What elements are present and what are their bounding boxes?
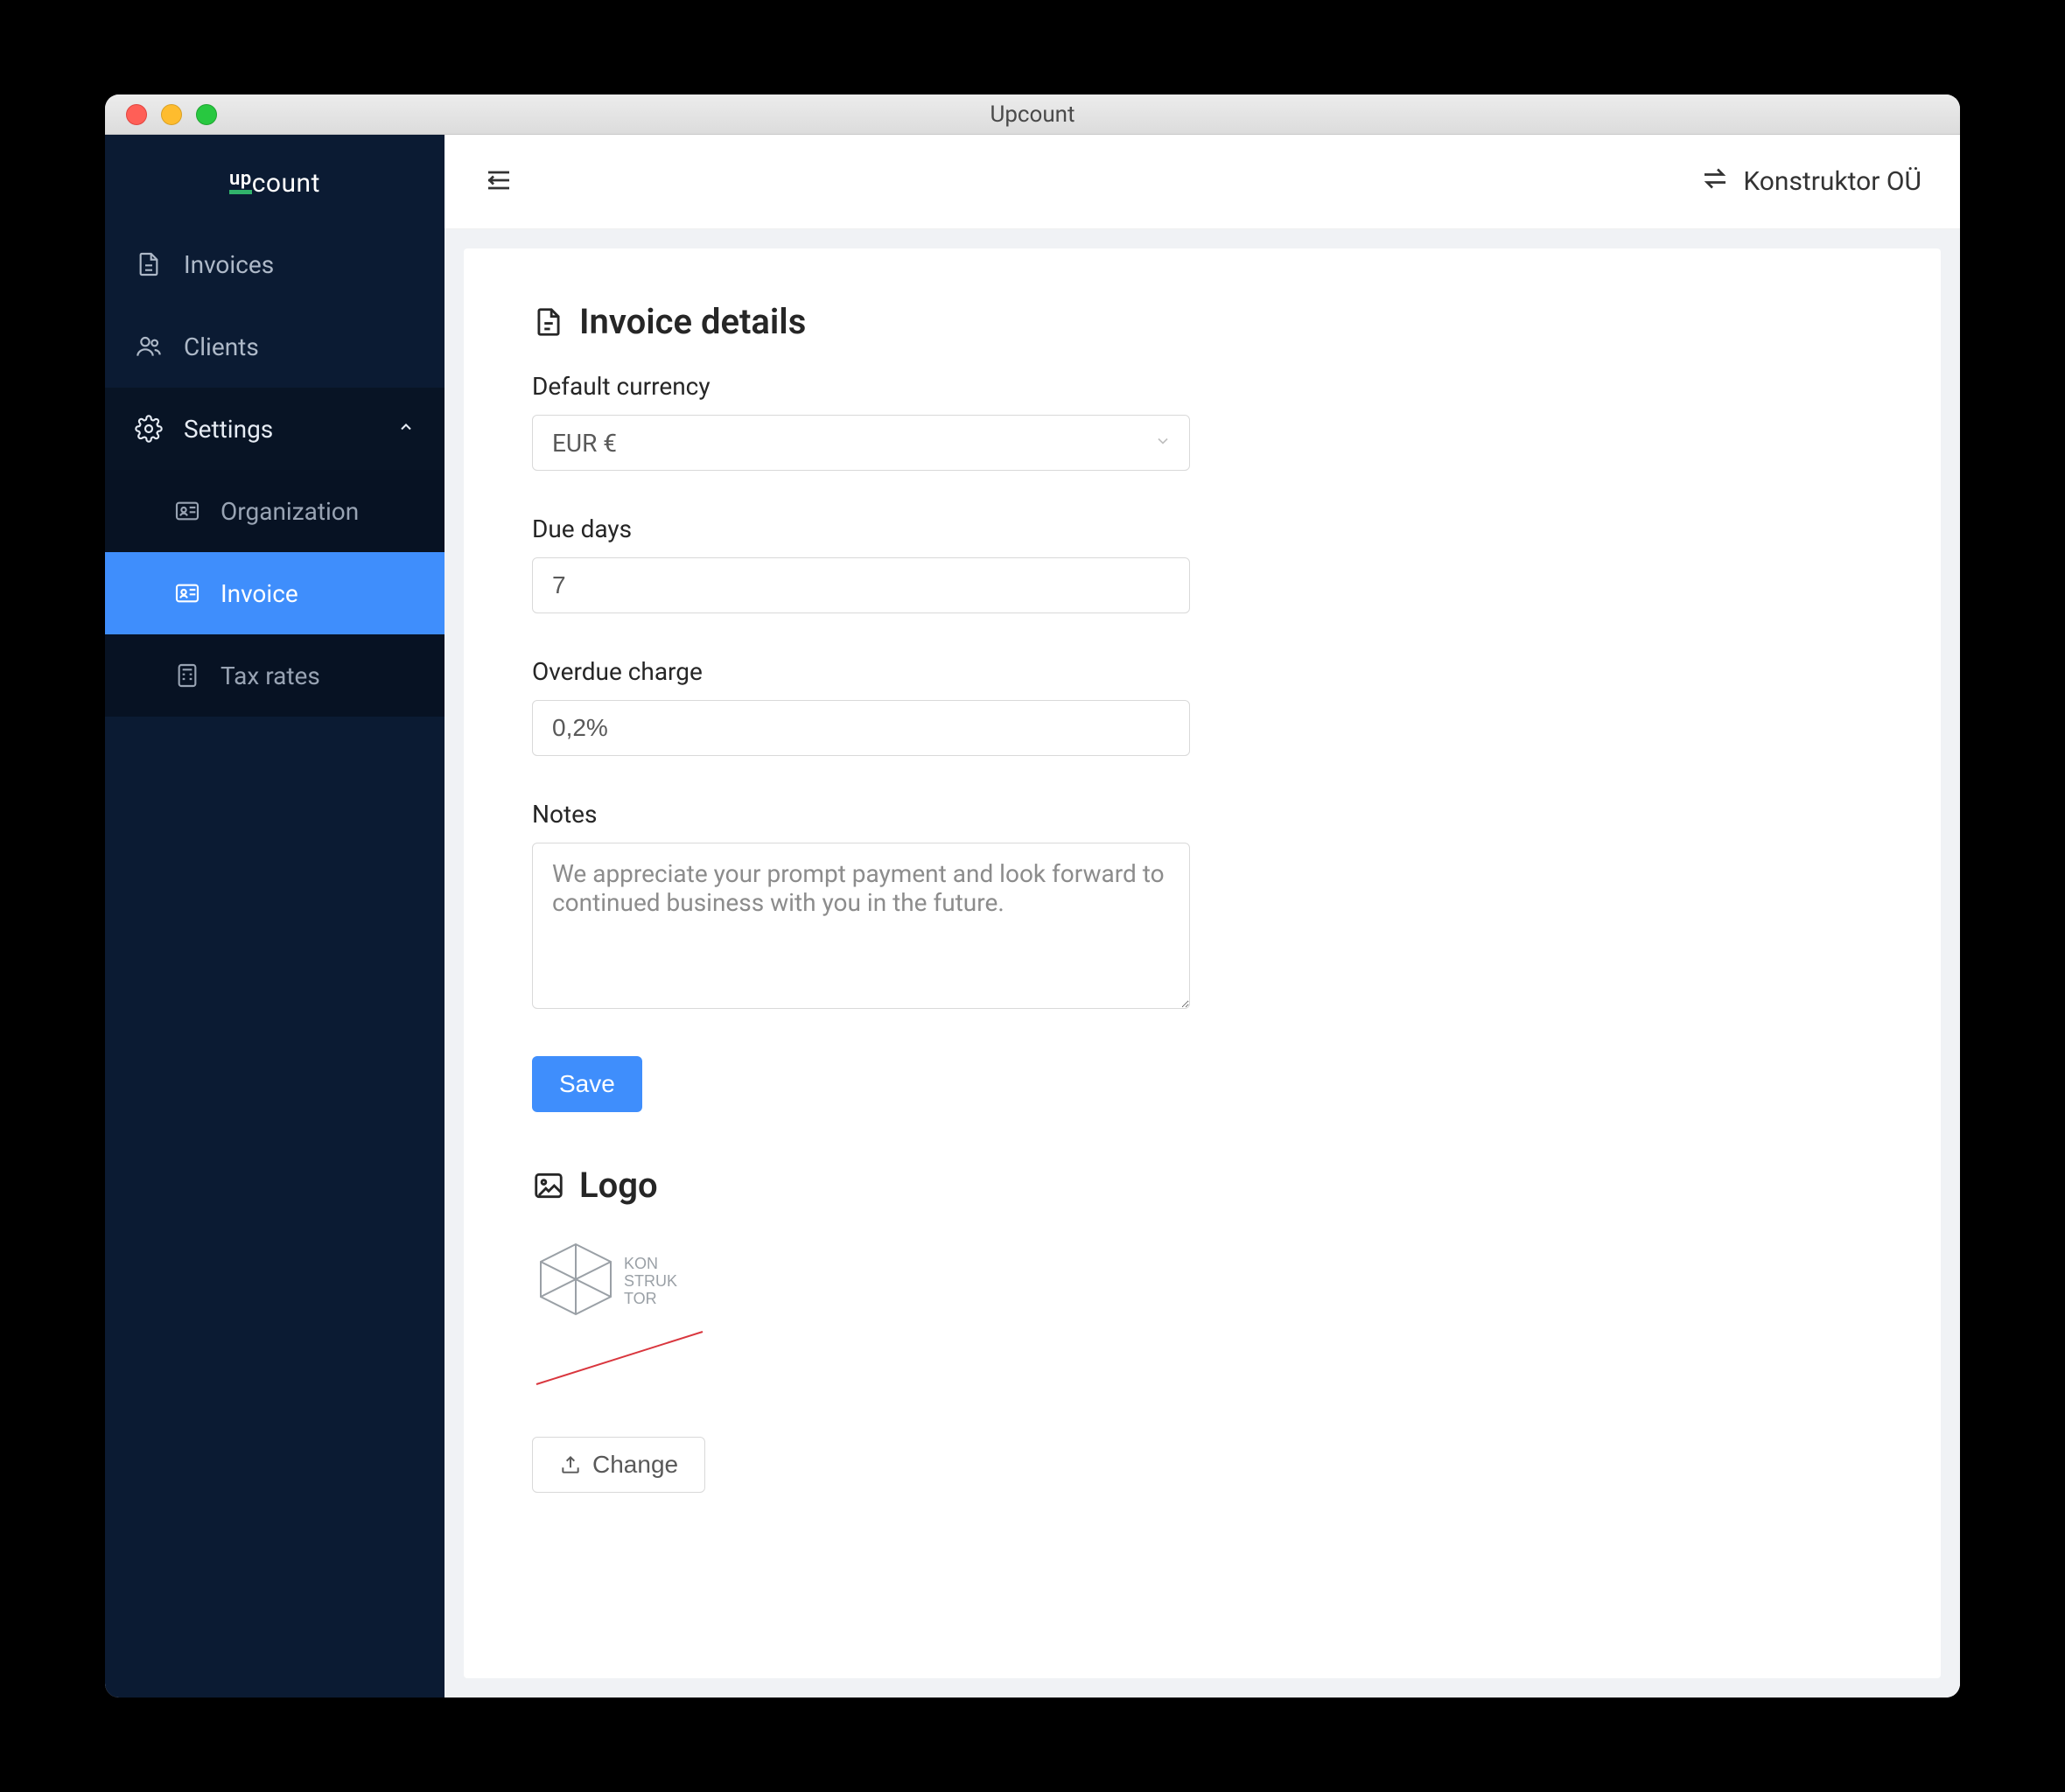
id-card-icon	[173, 579, 201, 607]
logo-line: STRUK	[624, 1272, 677, 1290]
content-scroll[interactable]: Invoice details Default currency EUR € D…	[444, 229, 1960, 1698]
sidebar: upcount Invoices Clients Settings	[105, 135, 444, 1698]
logo-suffix: count	[252, 168, 320, 199]
sidebar-item-label: Invoice	[220, 579, 298, 608]
sidebar-item-settings[interactable]: Settings	[105, 388, 444, 470]
gear-icon	[135, 415, 163, 443]
sidebar-item-label: Invoices	[184, 250, 274, 279]
sidebar-item-invoices[interactable]: Invoices	[105, 223, 444, 305]
logo-section: Logo KON STRUK TOR	[532, 1165, 1872, 1493]
logo-line: TOR	[624, 1290, 657, 1307]
logo-prefix: up	[229, 168, 252, 194]
field-due-days: Due days	[532, 514, 1190, 613]
image-icon	[532, 1169, 565, 1202]
org-switcher[interactable]: Konstruktor OÜ	[1699, 163, 1922, 201]
overdue-input-wrap	[532, 700, 1190, 756]
logo-heading-text: Logo	[579, 1165, 658, 1206]
save-button[interactable]: Save	[532, 1056, 642, 1112]
field-currency: Default currency EUR €	[532, 372, 1190, 471]
swap-icon	[1699, 163, 1731, 201]
settings-card: Invoice details Default currency EUR € D…	[464, 248, 1941, 1678]
due-days-label: Due days	[532, 514, 1190, 543]
currency-label: Default currency	[532, 372, 1190, 401]
sidebar-item-label: Tax rates	[220, 662, 320, 690]
collapse-sidebar-button[interactable]	[483, 164, 514, 200]
currency-select[interactable]: EUR €	[532, 415, 1190, 471]
notes-label: Notes	[532, 800, 1190, 829]
file-icon	[532, 305, 565, 339]
due-days-input[interactable]	[552, 571, 1170, 599]
titlebar: Upcount	[105, 94, 1960, 135]
page-title-text: Invoice details	[579, 301, 806, 342]
field-notes: Notes	[532, 800, 1190, 1012]
org-name: Konstruktor OÜ	[1743, 166, 1922, 197]
change-logo-button[interactable]: Change	[532, 1437, 705, 1493]
sidebar-subitem-invoice[interactable]: Invoice	[105, 552, 444, 634]
sidebar-subitem-tax-rates[interactable]: Tax rates	[105, 634, 444, 717]
chevron-up-icon	[397, 418, 415, 440]
page-title: Invoice details	[532, 301, 1872, 342]
currency-value: EUR €	[552, 429, 617, 458]
sidebar-item-label: Clients	[184, 332, 259, 361]
overdue-input[interactable]	[552, 714, 1170, 742]
overdue-label: Overdue charge	[532, 657, 1190, 686]
sidebar-subitem-organization[interactable]: Organization	[105, 470, 444, 552]
due-days-input-wrap	[532, 557, 1190, 613]
chevron-down-icon	[1154, 432, 1172, 454]
users-icon	[135, 332, 163, 360]
file-icon	[135, 250, 163, 278]
sidebar-item-label: Settings	[184, 415, 273, 444]
field-overdue: Overdue charge	[532, 657, 1190, 756]
logo-heading: Logo	[532, 1165, 1872, 1206]
id-card-icon	[173, 497, 201, 525]
calculator-icon	[173, 662, 201, 690]
upload-icon	[559, 1453, 582, 1476]
notes-textarea[interactable]	[532, 843, 1190, 1009]
app-window: Upcount upcount Invoices Clients	[105, 94, 1960, 1698]
change-label: Change	[592, 1451, 678, 1479]
logo-line: KON	[624, 1255, 658, 1272]
sidebar-item-label: Organization	[220, 497, 359, 526]
topbar: Konstruktor OÜ	[444, 135, 1960, 229]
app-logo: upcount	[105, 135, 444, 223]
settings-subnav: Organization Invoice Tax rates	[105, 470, 444, 717]
window-title: Upcount	[105, 102, 1960, 128]
app-body: upcount Invoices Clients Settings	[105, 135, 1960, 1698]
org-logo-preview: KON STRUK TOR	[532, 1236, 707, 1410]
main-area: Konstruktor OÜ Invoice details Default c…	[444, 135, 1960, 1698]
sidebar-item-clients[interactable]: Clients	[105, 305, 444, 388]
